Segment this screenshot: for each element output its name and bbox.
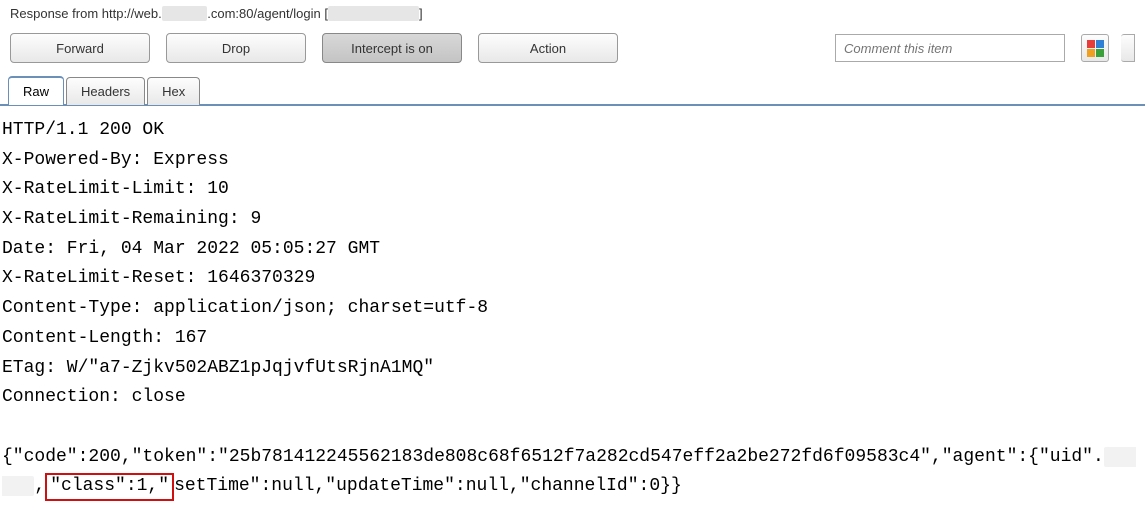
raw-line: X-Powered-By: Express bbox=[2, 150, 229, 170]
raw-body-sep: , bbox=[34, 476, 45, 496]
raw-line: Connection: close bbox=[2, 387, 186, 407]
raw-line: X-RateLimit-Remaining: 9 bbox=[2, 209, 261, 229]
toolbar: Forward Drop Intercept is on Action bbox=[0, 29, 1145, 75]
request-info-label: Response from http://web.xxxxxxx.com:80/… bbox=[0, 0, 1145, 29]
request-url-prefix: Response from http://web. bbox=[10, 6, 162, 21]
intercept-toggle-button[interactable]: Intercept is on bbox=[322, 33, 462, 63]
raw-line: X-RateLimit-Limit: 10 bbox=[2, 179, 229, 199]
raw-line: Date: Fri, 04 Mar 2022 05:05:27 GMT bbox=[2, 239, 380, 259]
redacted-bracket: xxxxxxxxxxxxxx bbox=[328, 6, 419, 21]
tab-headers[interactable]: Headers bbox=[66, 77, 145, 105]
request-url-suffix: .com:80/agent/login [ bbox=[207, 6, 328, 21]
raw-body-part2: setTime":null,"updateTime":null,"channel… bbox=[174, 476, 682, 496]
raw-line: HTTP/1.1 200 OK bbox=[2, 120, 164, 140]
view-tabs: Raw Headers Hex bbox=[0, 75, 1145, 106]
color-grid-icon bbox=[1087, 40, 1104, 57]
raw-body-part1: {"code":200,"token":"25b781412245562183d… bbox=[2, 447, 1104, 467]
raw-response-pane[interactable]: HTTP/1.1 200 OK X-Powered-By: Express X-… bbox=[0, 106, 1145, 512]
raw-line: ETag: W/"a7-Zjkv502ABZ1pJqjvfUtsRjnA1MQ" bbox=[2, 358, 434, 378]
raw-line: X-RateLimit-Reset: 1646370329 bbox=[2, 268, 315, 288]
raw-line: Content-Type: application/json; charset=… bbox=[2, 298, 488, 318]
help-button[interactable] bbox=[1121, 34, 1135, 62]
highlight-color-button[interactable] bbox=[1081, 34, 1109, 62]
redacted-host: xxxxxxx bbox=[162, 6, 208, 21]
tab-hex[interactable]: Hex bbox=[147, 77, 200, 105]
comment-input[interactable] bbox=[835, 34, 1065, 62]
request-closing: ] bbox=[419, 6, 423, 21]
drop-button[interactable]: Drop bbox=[166, 33, 306, 63]
forward-button[interactable]: Forward bbox=[10, 33, 150, 63]
highlighted-class-field: "class":1," bbox=[45, 473, 174, 500]
action-button[interactable]: Action bbox=[478, 33, 618, 63]
tab-raw[interactable]: Raw bbox=[8, 76, 64, 105]
raw-line: Content-Length: 167 bbox=[2, 328, 207, 348]
